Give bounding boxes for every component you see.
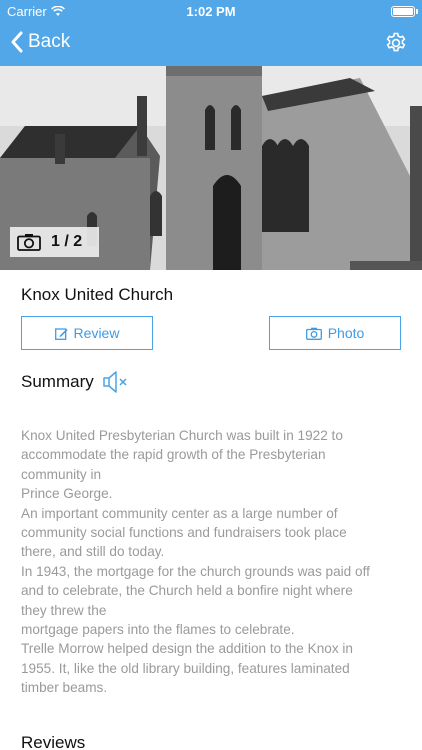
back-label: Back bbox=[28, 31, 71, 52]
summary-line: there, and still do today. bbox=[21, 544, 165, 560]
summary-line: community in bbox=[21, 466, 102, 482]
summary-line: In 1943, the mortgage for the church gro… bbox=[21, 563, 370, 579]
summary-line: An important community center as a large… bbox=[21, 505, 338, 521]
photo-counter-label: 1 / 2 bbox=[51, 233, 83, 250]
summary-line: mortgage papers into the flames to celeb… bbox=[21, 622, 295, 638]
top-bar: Carrier 1:02 PM Back bbox=[0, 0, 422, 66]
camera-icon bbox=[17, 234, 41, 251]
navigation-bar: Back bbox=[0, 22, 422, 66]
camera-icon bbox=[305, 327, 322, 340]
summary-line: Trelle Morrow helped design the addition… bbox=[21, 641, 353, 657]
battery-icon bbox=[391, 6, 418, 17]
summary-text: Knox United Presbyterian Church was buil… bbox=[21, 426, 406, 698]
place-title: Knox United Church bbox=[21, 285, 174, 304]
photo-counter: 1 / 2 bbox=[10, 227, 99, 257]
review-button[interactable]: Review bbox=[21, 316, 153, 350]
summary-line: accommodate the rapid growth of the Pres… bbox=[21, 447, 326, 463]
edit-icon bbox=[54, 327, 68, 340]
summary-header: Summary bbox=[21, 370, 128, 394]
speaker-muted-icon[interactable] bbox=[102, 370, 128, 394]
summary-line: timber beams. bbox=[21, 680, 108, 696]
reviews-heading: Reviews bbox=[21, 733, 86, 750]
chevron-left-icon bbox=[11, 31, 23, 53]
church-photo[interactable]: 1 / 2 bbox=[0, 66, 422, 270]
summary-line: they threw the bbox=[21, 602, 107, 618]
summary-line: Prince George. bbox=[21, 486, 113, 502]
battery-fill bbox=[393, 8, 413, 15]
summary-heading: Summary bbox=[21, 372, 94, 391]
summary-line: and to celebrate, the Church held a bonf… bbox=[21, 583, 353, 599]
summary-line: community social functions and fundraise… bbox=[21, 525, 347, 541]
status-bar: Carrier 1:02 PM bbox=[0, 0, 422, 22]
clock: 1:02 PM bbox=[186, 4, 236, 19]
photo-button-label: Photo bbox=[327, 325, 365, 341]
gear-icon[interactable] bbox=[384, 31, 408, 55]
photo-button[interactable]: Photo bbox=[269, 316, 401, 350]
summary-line: 1955. It, like the old library building,… bbox=[21, 660, 350, 676]
review-button-label: Review bbox=[73, 325, 120, 341]
summary-line: Knox United Presbyterian Church was buil… bbox=[21, 428, 343, 443]
back-button[interactable]: Back bbox=[10, 31, 70, 53]
